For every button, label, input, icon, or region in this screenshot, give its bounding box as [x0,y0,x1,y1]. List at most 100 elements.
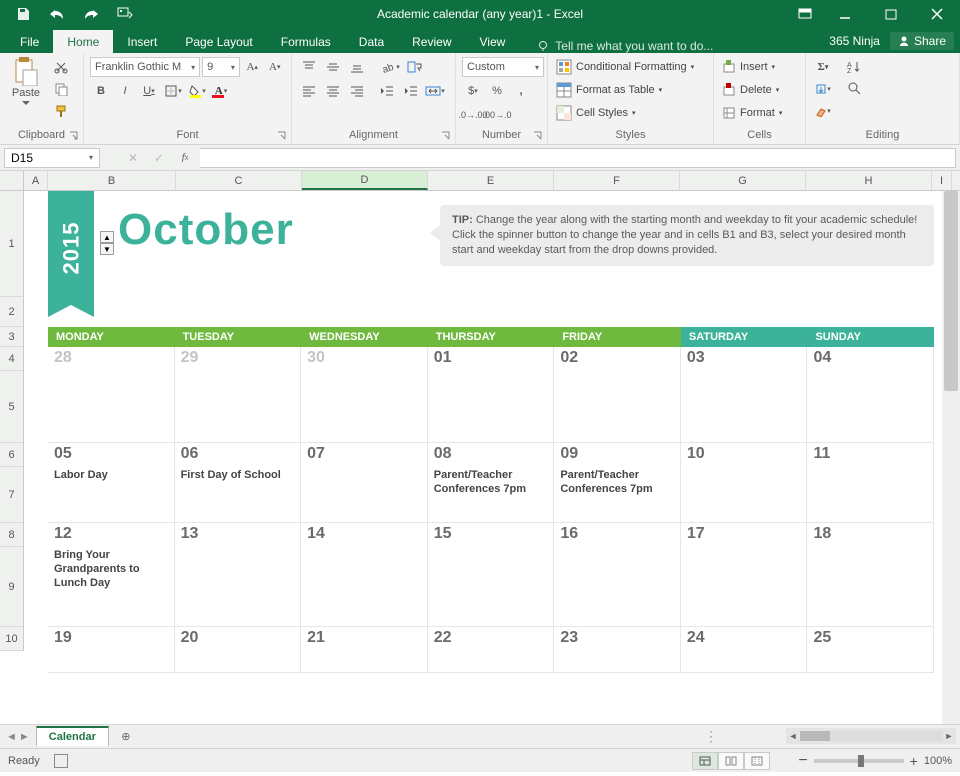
account-name[interactable]: 365 Ninja [829,34,880,48]
qat-customize-icon[interactable] [108,0,142,28]
column-header[interactable]: G [680,171,806,190]
calendar-date-cell[interactable]: 18 [807,523,934,547]
column-header[interactable]: I [932,171,952,190]
autosum-button[interactable]: Σ▾ [812,57,834,77]
calendar-event-cell[interactable] [428,547,555,626]
font-size-combo[interactable]: 9▾ [202,57,240,77]
calendar-date-cell[interactable]: 03 [681,347,808,371]
copy-button[interactable] [50,79,72,99]
fill-button[interactable]: ▾ [812,79,834,99]
row-header[interactable]: 1 [0,191,24,297]
calendar-event-cell[interactable] [175,547,302,626]
calendar-date-cell[interactable]: 10 [681,443,808,467]
zoom-in-button[interactable]: + [910,756,918,766]
sheet-tab-calendar[interactable]: Calendar [36,726,109,746]
dialog-launcher-icon[interactable] [533,131,543,141]
calendar-event-cell[interactable] [681,651,808,672]
calendar-event-cell[interactable] [48,371,175,442]
tab-home[interactable]: Home [53,30,113,53]
row-header[interactable]: 7 [0,467,24,523]
calendar-event-cell[interactable] [301,467,428,522]
insert-cells-button[interactable]: Insert▾ [720,57,777,77]
calendar-date-cell[interactable]: 24 [681,627,808,651]
calendar-event-cell[interactable] [428,371,555,442]
calendar-date-cell[interactable]: 30 [301,347,428,371]
calendar-date-cell[interactable]: 21 [301,627,428,651]
calendar-event-cell[interactable] [681,547,808,626]
tell-me-search[interactable]: Tell me what you want to do... [537,39,713,53]
underline-button[interactable]: U▾ [138,81,160,101]
calendar-event-cell[interactable] [681,467,808,522]
find-select-button[interactable] [842,79,868,99]
column-header[interactable]: F [554,171,680,190]
redo-icon[interactable] [74,0,108,28]
tab-file[interactable]: File [6,30,53,53]
macro-record-icon[interactable] [54,754,68,768]
calendar-date-cell[interactable]: 07 [301,443,428,467]
cut-button[interactable] [50,57,72,77]
select-all-corner[interactable] [0,171,24,190]
calendar-date-cell[interactable]: 04 [807,347,934,371]
calendar-event-cell[interactable] [301,547,428,626]
calendar-event-cell[interactable]: First Day of School [175,467,302,522]
row-header[interactable]: 3 [0,327,24,347]
formula-input[interactable] [200,148,956,168]
format-cells-button[interactable]: Format▾ [720,103,784,123]
close-button[interactable] [914,0,960,28]
calendar-date-cell[interactable]: 01 [428,347,555,371]
format-as-table-button[interactable]: Format as Table▾ [554,80,664,100]
tab-split-handle[interactable]: ⋮ [704,729,720,744]
calendar-event-cell[interactable] [301,371,428,442]
calendar-event-cell[interactable] [175,651,302,672]
new-sheet-button[interactable]: ⊕ [115,727,137,747]
calendar-date-cell[interactable]: 05 [48,443,175,467]
tab-review[interactable]: Review [398,30,465,53]
orientation-button[interactable]: ab▾ [380,57,402,77]
column-header[interactable]: B [48,171,176,190]
dialog-launcher-icon[interactable] [277,131,287,141]
tab-view[interactable]: View [466,30,520,53]
sheet-nav-next-icon[interactable]: ► [19,731,30,743]
calendar-date-cell[interactable]: 29 [175,347,302,371]
page-layout-view-button[interactable] [718,752,744,770]
calendar-date-cell[interactable]: 16 [554,523,681,547]
save-icon[interactable] [6,0,40,28]
row-header[interactable]: 6 [0,443,24,467]
column-header[interactable]: H [806,171,932,190]
increase-indent-button[interactable] [400,81,422,101]
decrease-indent-button[interactable] [376,81,398,101]
calendar-date-cell[interactable]: 12 [48,523,175,547]
spinner-down-button[interactable]: ▼ [100,243,114,255]
align-bottom-button[interactable] [346,57,368,77]
decrease-decimal-button[interactable]: .00→.0 [486,105,508,125]
borders-button[interactable]: ▾ [162,81,184,101]
calendar-event-cell[interactable] [554,547,681,626]
calendar-event-cell[interactable]: Bring Your Grandparents to Lunch Day [48,547,175,626]
font-name-combo[interactable]: Franklin Gothic M▾ [90,57,200,77]
wrap-text-button[interactable] [404,57,426,77]
calendar-date-cell[interactable]: 09 [554,443,681,467]
calendar-date-cell[interactable]: 15 [428,523,555,547]
cancel-formula-button[interactable]: ✕ [122,148,144,168]
italic-button[interactable]: I [114,81,136,101]
calendar-event-cell[interactable] [301,651,428,672]
calendar-event-cell[interactable]: Parent/Teacher Conferences 7pm [554,467,681,522]
column-header[interactable]: C [176,171,302,190]
tab-data[interactable]: Data [345,30,398,53]
column-header[interactable]: A [24,171,48,190]
bold-button[interactable]: B [90,81,112,101]
name-box[interactable]: D15▾ [4,148,100,168]
calendar-event-cell[interactable] [807,371,934,442]
column-header[interactable]: D [302,171,428,190]
calendar-event-cell[interactable] [807,467,934,522]
align-right-button[interactable] [346,81,368,101]
accounting-format-button[interactable]: $▾ [462,81,484,101]
calendar-date-cell[interactable]: 19 [48,627,175,651]
row-header[interactable]: 10 [0,627,24,651]
zoom-level[interactable]: 100% [924,755,952,767]
year-spinner[interactable]: ▲ ▼ [100,231,114,255]
align-top-button[interactable] [298,57,320,77]
dialog-launcher-icon[interactable] [69,131,79,141]
calendar-date-cell[interactable]: 08 [428,443,555,467]
tab-page-layout[interactable]: Page Layout [171,30,266,53]
